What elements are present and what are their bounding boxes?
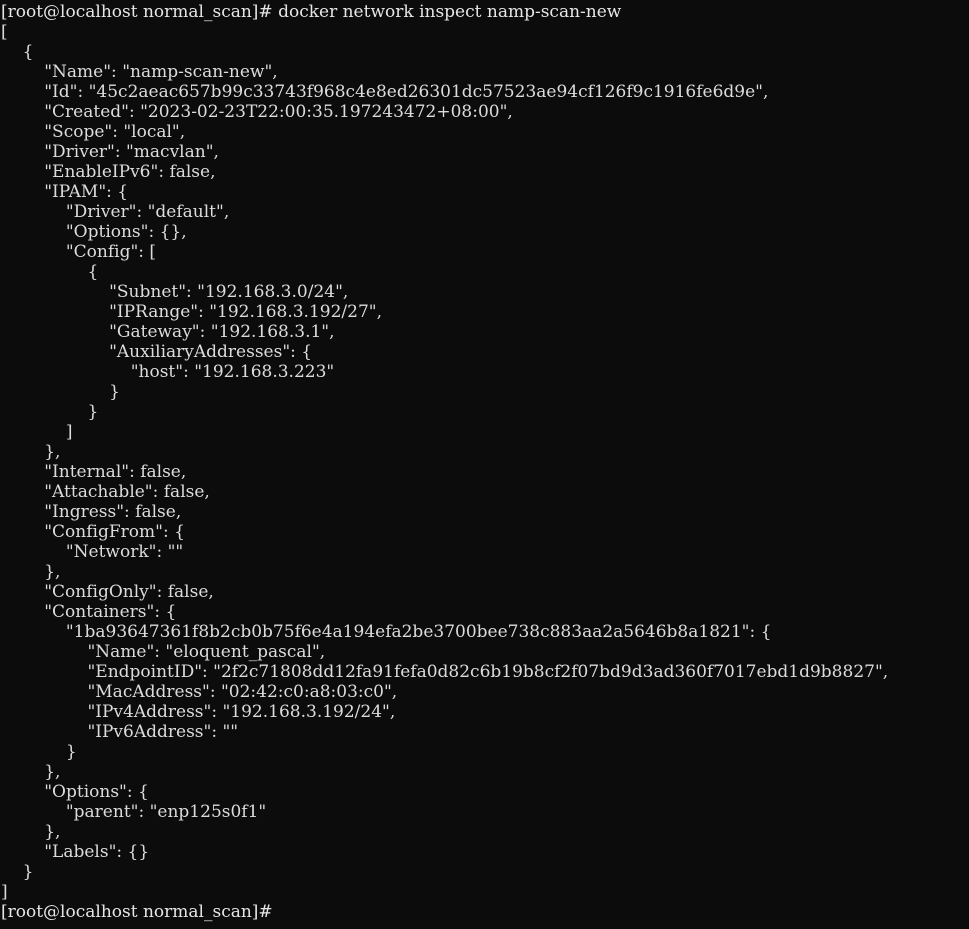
output-line: "Labels": {} <box>1 842 150 862</box>
output-line: "IPRange": "192.168.3.192/27", <box>1 302 382 322</box>
output-line: }, <box>1 762 61 782</box>
output-line: "Name": "eloquent_pascal", <box>1 642 326 662</box>
output-line: "Network": "" <box>1 542 184 562</box>
output-line: "Internal": false, <box>1 462 187 482</box>
output-line: "IPv6Address": "" <box>1 722 239 742</box>
output-line: "IPv4Address": "192.168.3.192/24", <box>1 702 396 722</box>
output-line: "Options": { <box>1 782 149 802</box>
output-line: "AuxiliaryAddresses": { <box>1 342 313 362</box>
output-line: "Driver": "macvlan", <box>1 142 219 162</box>
output-line: { <box>1 262 99 282</box>
terminal-window[interactable]: [root@localhost normal_scan]# docker net… <box>0 0 969 929</box>
output-line: "EndpointID": "2f2c71808dd12fa91fefa0d82… <box>1 662 889 682</box>
output-line: }, <box>1 562 61 582</box>
output-line: "host": "192.168.3.223" <box>1 362 335 382</box>
output-line: ] <box>1 422 73 442</box>
output-line: "1ba93647361f8b2cb0b75f6e4a194efa2be3700… <box>1 622 772 642</box>
output-line: } <box>1 862 34 882</box>
output-line: "IPAM": { <box>1 182 129 202</box>
output-line: "Config": [ <box>1 242 157 262</box>
output-line: "Created": "2023-02-23T22:00:35.19724347… <box>1 102 513 122</box>
output-line: "MacAddress": "02:42:c0:a8:03:c0", <box>1 682 398 702</box>
output-line: "EnableIPv6": false, <box>1 162 216 182</box>
output-line: } <box>1 402 99 422</box>
output-line: } <box>1 742 77 762</box>
output-line: "parent": "enp125s0f1" <box>1 802 267 822</box>
output-line: "Scope": "local", <box>1 122 186 142</box>
command-output: [ { "Name": "namp-scan-new", "Id": "45c2… <box>0 22 969 902</box>
output-line: "Containers": { <box>1 602 177 622</box>
output-line: "Ingress": false, <box>1 502 182 522</box>
output-line: }, <box>1 822 61 842</box>
output-line: "Options": {}, <box>1 222 187 242</box>
output-line: "Driver": "default", <box>1 202 230 222</box>
output-line: "ConfigOnly": false, <box>1 582 214 602</box>
output-line: ] <box>1 882 8 902</box>
output-line: "ConfigFrom": { <box>1 522 185 542</box>
output-line: } <box>1 382 120 402</box>
output-line: "Attachable": false, <box>1 482 210 502</box>
output-line: [ <box>1 22 8 42</box>
command-prompt-line: [root@localhost normal_scan]# docker net… <box>1 2 622 22</box>
output-line: "Name": "namp-scan-new", <box>1 62 278 82</box>
output-line: "Gateway": "192.168.3.1", <box>1 322 335 342</box>
final-prompt-line[interactable]: [root@localhost normal_scan]# <box>0 902 969 922</box>
output-line: "Subnet": "192.168.3.0/24", <box>1 282 349 302</box>
output-line: "Id": "45c2aeac657b99c33743f968c4e8ed263… <box>1 82 769 102</box>
output-line: { <box>1 42 34 62</box>
output-line: }, <box>1 442 61 462</box>
